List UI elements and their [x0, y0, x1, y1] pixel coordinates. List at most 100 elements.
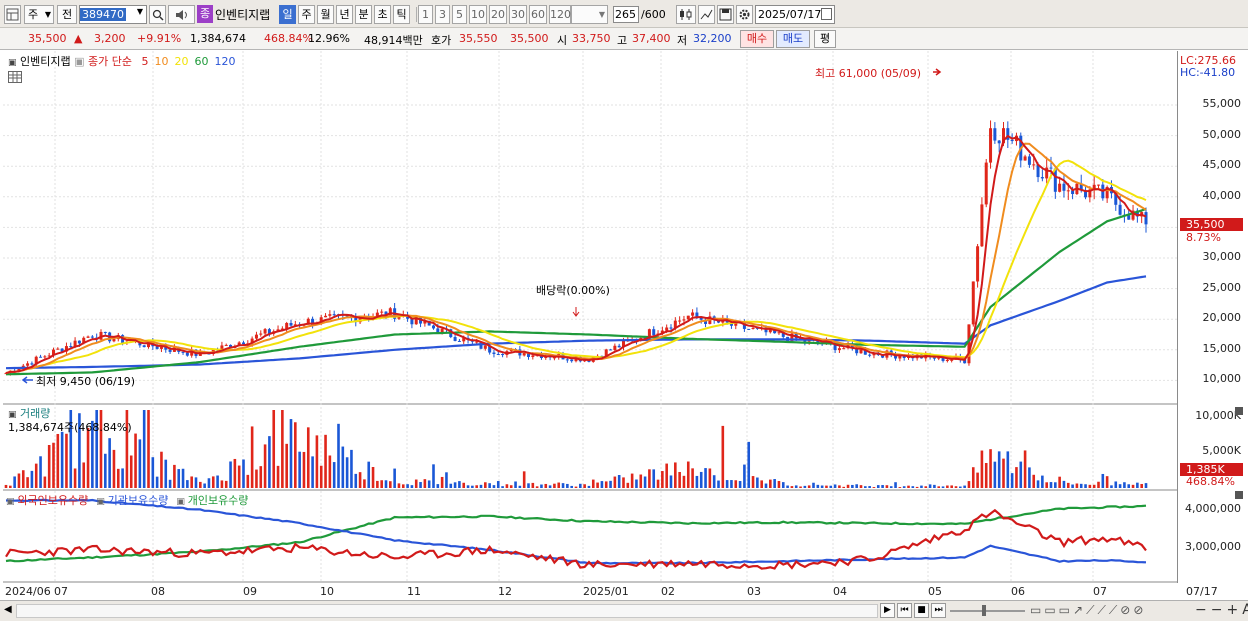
interval-button[interactable]: 5 — [452, 5, 467, 24]
x-axis-label: 03 — [747, 585, 761, 598]
volume-bar — [17, 473, 21, 488]
period-button[interactable]: 월 — [317, 5, 334, 24]
volume-bar — [864, 486, 867, 488]
volume-bar — [1105, 476, 1109, 488]
volume-bar — [147, 410, 150, 488]
volume-bar — [380, 480, 383, 488]
volume-bar — [30, 470, 34, 488]
candle-icon[interactable] — [676, 5, 696, 24]
price-tick: 45,000 — [1202, 158, 1242, 172]
table-icon[interactable] — [8, 71, 22, 83]
volume-bar — [777, 480, 781, 488]
volume-bar — [656, 479, 660, 488]
scroll-left-icon[interactable]: ◀ — [4, 604, 12, 615]
stock-code-input[interactable]: 389470 ▼ — [79, 5, 147, 24]
volume-bar — [410, 485, 414, 488]
dividend-arrow-icon — [572, 307, 580, 317]
layout-icon[interactable] — [4, 5, 21, 24]
evaluate-button[interactable]: 평 — [814, 30, 836, 48]
volume-bar — [324, 434, 327, 488]
interval-button[interactable]: 30 — [509, 5, 527, 24]
scroll-start-icon[interactable]: ⏮ — [897, 603, 912, 618]
volume-bar — [967, 481, 971, 488]
search-icon[interactable] — [149, 5, 166, 24]
mode-button[interactable]: 전 — [57, 5, 77, 24]
interval-button[interactable]: 1 — [418, 5, 433, 24]
buy-button[interactable]: 매수 — [740, 30, 774, 48]
volume-bar — [851, 484, 854, 488]
period-button[interactable]: 틱 — [393, 5, 410, 24]
volume-bar — [544, 483, 548, 488]
candle-body — [254, 334, 258, 339]
volume-bar — [807, 485, 811, 488]
volume-bar — [725, 480, 729, 488]
period-button[interactable]: 일 — [279, 5, 296, 24]
candle-body — [984, 162, 988, 205]
speaker-icon[interactable] — [168, 5, 195, 24]
x-axis-label: 04 — [833, 585, 847, 598]
price-panel-header: ▣ 인벤티지랩 ▣ 종가 단순 5 10 20 60 120 — [8, 55, 236, 68]
save-icon[interactable] — [717, 5, 734, 24]
volume-bar — [661, 471, 664, 488]
volume-ratio: 468.84% — [264, 32, 313, 45]
volume-bar — [959, 486, 962, 488]
volume-bar — [190, 476, 193, 488]
sell-button[interactable]: 매도 — [776, 30, 810, 48]
interval-button[interactable]: 60 — [529, 5, 547, 24]
volume-bar — [920, 485, 923, 488]
scroll-right-icon[interactable]: ▶ — [880, 603, 895, 618]
panel-max-icon[interactable] — [1235, 407, 1243, 415]
volume-bar — [43, 476, 47, 488]
volume-bar — [643, 476, 647, 488]
period-button[interactable]: 초 — [374, 5, 391, 24]
zoom-icons[interactable]: −−+A — [1195, 602, 1248, 618]
volume-bar — [496, 481, 500, 488]
volume-bar — [384, 480, 388, 488]
volume-bar — [306, 427, 310, 488]
volume-bar — [121, 468, 124, 488]
low-label: 저 — [677, 34, 688, 47]
stop-icon[interactable]: ■ — [914, 603, 929, 618]
volume-bar — [764, 483, 768, 488]
chevron-down-icon[interactable]: ▼ — [137, 7, 143, 16]
interval-button[interactable]: 3 — [435, 5, 450, 24]
volume-bar — [1127, 484, 1131, 488]
calendar-icon[interactable] — [821, 8, 832, 20]
max-price-note: 최고 61,000 (05/09) — [815, 67, 922, 80]
volume-bar — [665, 463, 668, 488]
candle-body — [1040, 177, 1044, 179]
zoom-slider-handle[interactable] — [982, 605, 986, 616]
volume-bar — [600, 481, 604, 488]
period-button[interactable]: 년 — [336, 5, 353, 24]
count-input[interactable]: 265 — [613, 6, 639, 23]
period-button[interactable]: 주 — [298, 5, 315, 24]
volume-bar — [941, 486, 945, 488]
interval-button[interactable]: 20 — [489, 5, 507, 24]
interval-dropdown[interactable]: ▼ — [571, 5, 608, 24]
volume-bar — [846, 484, 850, 488]
volume-bar — [803, 485, 807, 488]
volume-bar — [889, 486, 893, 488]
panel-max-icon[interactable] — [1235, 491, 1243, 499]
volume-bar — [82, 462, 86, 488]
volume-bar — [466, 485, 470, 488]
horizontal-scrollbar[interactable] — [16, 604, 878, 618]
drawing-icon[interactable] — [698, 5, 715, 24]
tool-icons[interactable]: ▭▭▭↗⟋⟋⟋⊘⊘ — [1030, 603, 1146, 618]
gear-icon[interactable] — [736, 5, 753, 24]
volume-bar — [168, 479, 172, 488]
date-input[interactable]: 2025/07/17 — [755, 5, 835, 24]
open-label: 시 — [557, 34, 568, 47]
interval-button[interactable]: 120 — [549, 5, 571, 24]
period-button[interactable]: 분 — [355, 5, 372, 24]
zoom-slider[interactable] — [950, 610, 1025, 612]
holding-legend-label: 외국인보유수량 — [17, 494, 89, 507]
stock-name: 인벤티지랩 — [215, 8, 271, 22]
volume-bar — [993, 461, 997, 488]
volume-bar — [885, 485, 889, 488]
ask-label: 호가 — [431, 34, 452, 47]
interval-button[interactable]: 10 — [469, 5, 487, 24]
candle-body — [77, 340, 81, 344]
scroll-end-icon[interactable]: ⏭ — [931, 603, 946, 618]
market-select[interactable]: 주 ▼ — [24, 5, 54, 24]
